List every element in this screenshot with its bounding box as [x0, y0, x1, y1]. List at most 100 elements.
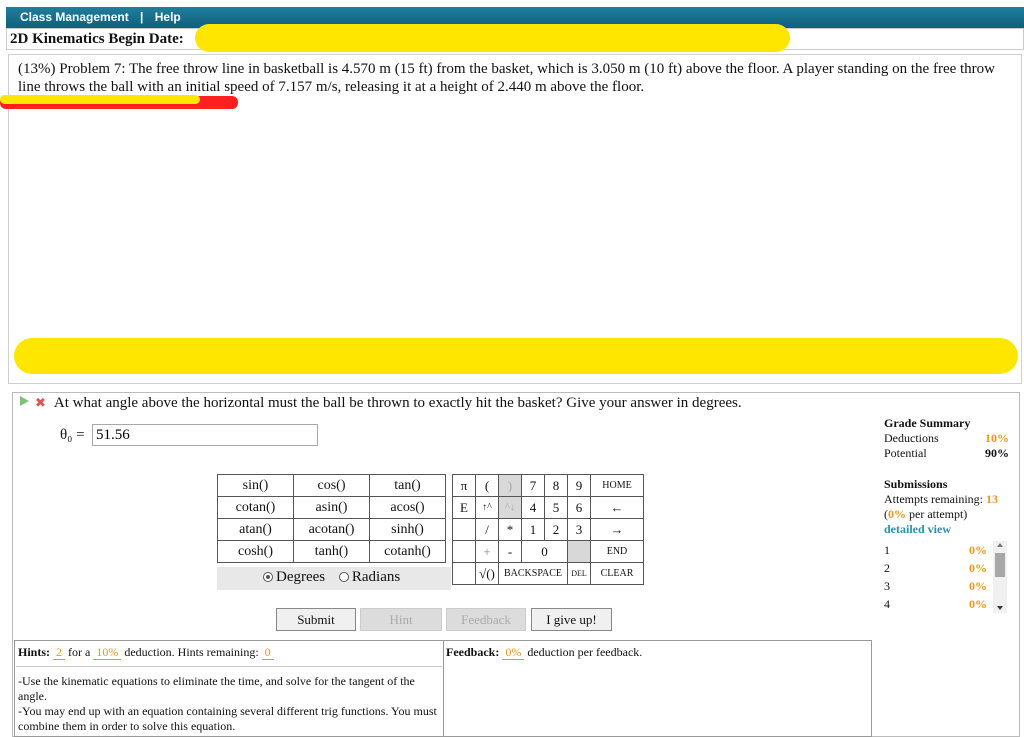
plus-key[interactable]: +	[475, 540, 499, 563]
deductions-label: Deductions	[884, 431, 939, 445]
empty-key	[452, 562, 476, 585]
question-text: At what angle above the horizontal must …	[53, 395, 742, 411]
attempts-label: Attempts remaining:	[884, 492, 983, 506]
submission-number: 1	[884, 543, 890, 557]
hints-remaining: 0	[261, 645, 274, 660]
key-5[interactable]: 5	[544, 496, 568, 519]
key-2[interactable]: 2	[544, 518, 568, 541]
submissions-title: Submissions	[884, 477, 948, 491]
attempts-value: 13	[985, 492, 998, 506]
potential-label: Potential	[884, 446, 927, 460]
acos-button[interactable]: acos()	[369, 496, 446, 519]
acotan-button[interactable]: acotan()	[293, 518, 370, 541]
angle-mode-row: Degrees Radians	[217, 567, 451, 590]
feedback-header: Feedback: 0% deduction per feedback.	[446, 645, 642, 660]
key-3[interactable]: 3	[567, 518, 591, 541]
hints-label: Hints:	[18, 645, 51, 659]
cotanh-button[interactable]: cotanh()	[369, 540, 446, 563]
radians-radio[interactable]	[338, 572, 349, 582]
play-arrow-icon[interactable]	[20, 396, 29, 406]
left-arrow-key[interactable]: ←	[590, 496, 644, 519]
incorrect-x-icon: ✖	[35, 396, 46, 411]
key-7[interactable]: 7	[521, 474, 545, 497]
e-key[interactable]: E	[452, 496, 476, 519]
left-paren-key[interactable]: (	[475, 474, 499, 497]
submission-number: 3	[884, 579, 890, 593]
redaction-mark	[14, 338, 1018, 374]
delete-key[interactable]: DEL	[567, 562, 591, 585]
key-4[interactable]: 4	[521, 496, 545, 519]
asin-button[interactable]: asin()	[293, 496, 370, 519]
sinh-button[interactable]: sinh()	[369, 518, 446, 541]
clear-key[interactable]: CLEAR	[590, 562, 644, 585]
hint-item: -Use the kinematic equations to eliminat…	[18, 674, 415, 703]
submission-score: 0%	[969, 561, 987, 575]
atan-button[interactable]: atan()	[217, 518, 294, 541]
key-6[interactable]: 6	[567, 496, 591, 519]
cos-button[interactable]: cos()	[293, 474, 370, 497]
right-paren-key[interactable]: )	[498, 474, 522, 497]
end-key[interactable]: END	[590, 540, 644, 563]
cotan-button[interactable]: cotan()	[217, 496, 294, 519]
answer-input[interactable]	[92, 424, 318, 446]
degrees-radio[interactable]	[263, 572, 273, 582]
potential-value: 90%	[985, 446, 1009, 460]
right-arrow-key[interactable]: →	[590, 518, 644, 541]
tan-button[interactable]: tan()	[369, 474, 446, 497]
scroll-down-icon[interactable]	[997, 606, 1003, 610]
scroll-thumb[interactable]	[995, 553, 1005, 577]
class-management-link[interactable]: Class Management	[20, 10, 129, 24]
hints-header: Hints: 2 for a 10% deduction. Hints rema…	[18, 645, 274, 660]
key-0[interactable]: 0	[521, 540, 568, 563]
divide-key[interactable]: /	[475, 518, 499, 541]
key-9[interactable]: 9	[567, 474, 591, 497]
per-attempt-value: 0%	[888, 507, 906, 521]
tanh-button[interactable]: tanh()	[293, 540, 370, 563]
per-attempt-label: per attempt)	[909, 507, 968, 521]
home-key[interactable]: HOME	[590, 474, 644, 497]
hint-item: -You may end up with an equation contain…	[18, 704, 437, 733]
detailed-view-link[interactable]: detailed view	[884, 522, 1009, 537]
submission-score: 0%	[969, 579, 987, 593]
help-link[interactable]: Help	[155, 10, 181, 24]
nav-separator: |	[140, 10, 144, 24]
submission-score: 0%	[969, 597, 987, 611]
multiply-key[interactable]: *	[498, 518, 522, 541]
cosh-button[interactable]: cosh()	[217, 540, 294, 563]
divider	[443, 640, 444, 737]
degrees-label: Degrees	[276, 569, 326, 585]
hint-list: -Use the kinematic equations to eliminat…	[18, 674, 443, 734]
sin-button[interactable]: sin()	[217, 474, 294, 497]
exponent-down-key[interactable]: ^↓	[498, 496, 522, 519]
submissions-scrollbar[interactable]	[993, 541, 1007, 613]
divider	[16, 666, 442, 667]
minus-key[interactable]: -	[498, 540, 522, 563]
sqrt-key[interactable]: √()	[475, 562, 499, 585]
backspace-key[interactable]: BACKSPACE	[498, 562, 568, 585]
hints-deduction-text: deduction. Hints remaining:	[124, 645, 259, 659]
deductions-value: 10%	[985, 431, 1009, 445]
exponent-up-key[interactable]: ↑^	[475, 496, 499, 519]
feedback-text: deduction per feedback.	[527, 645, 643, 659]
empty-key	[452, 540, 476, 563]
key-8[interactable]: 8	[544, 474, 568, 497]
scroll-up-icon[interactable]	[997, 543, 1003, 547]
hints-count: 2	[53, 645, 66, 660]
submission-list: 1 0% 2 0% 3 0% 4 0%	[884, 541, 1009, 613]
hint-button[interactable]: Hint	[360, 608, 442, 631]
grade-summary: Grade Summary Deductions 10% Potential 90%…	[884, 416, 1009, 613]
feedback-button[interactable]: Feedback	[446, 608, 526, 631]
hints-for-a: for a	[68, 645, 91, 659]
give-up-button[interactable]: I give up!	[531, 608, 612, 631]
begin-date-label: 2D Kinematics Begin Date:	[10, 31, 184, 47]
empty-key	[452, 518, 476, 541]
submission-score: 0%	[969, 543, 987, 557]
answer-label: θ₀ =	[60, 427, 85, 443]
submit-button[interactable]: Submit	[276, 608, 356, 631]
hints-deduction-pct: 10%	[93, 645, 122, 660]
question-line: ✖ At what angle above the horizontal must…	[20, 395, 742, 412]
pi-key[interactable]: π	[452, 474, 476, 497]
keypad: π ( ) 7 8 9 HOME E ↑^ ^↓ 4 5 6 ← / * 1 2…	[452, 474, 644, 585]
key-1[interactable]: 1	[521, 518, 545, 541]
submission-number: 4	[884, 597, 890, 611]
